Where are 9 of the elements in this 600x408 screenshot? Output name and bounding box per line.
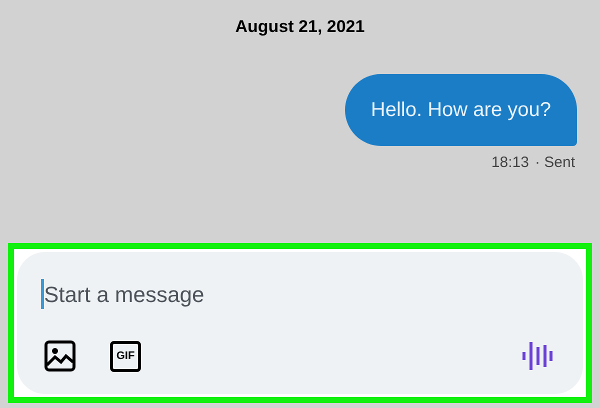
message-time: 18:13 bbox=[491, 152, 529, 172]
message-input[interactable]: Start a message bbox=[44, 278, 559, 310]
message-bubble: Hello. How are you? bbox=[344, 74, 577, 146]
gif-button[interactable]: GIF bbox=[110, 340, 141, 372]
voice-wave-icon[interactable] bbox=[521, 341, 553, 371]
date-header: August 21, 2021 bbox=[235, 16, 365, 38]
message-status: · Sent bbox=[534, 152, 575, 172]
text-cursor-icon bbox=[41, 279, 44, 309]
image-icon[interactable] bbox=[44, 340, 76, 372]
